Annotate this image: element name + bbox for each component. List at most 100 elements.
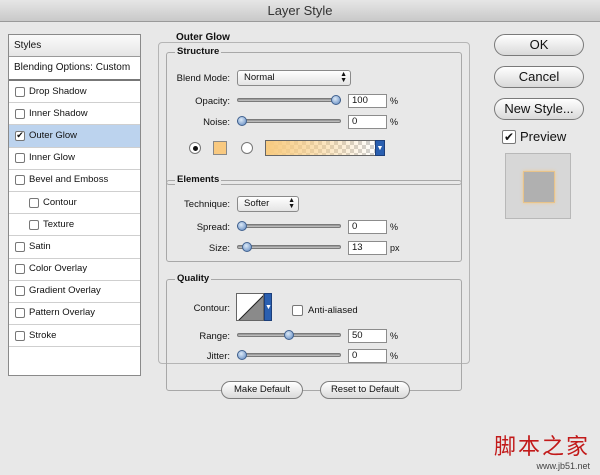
size-field[interactable]: 13 xyxy=(348,241,387,255)
new-style-button[interactable]: New Style... xyxy=(494,98,584,120)
noise-unit: % xyxy=(390,117,399,127)
size-slider[interactable] xyxy=(237,245,341,249)
style-checkbox[interactable] xyxy=(15,86,25,97)
style-checkbox[interactable] xyxy=(15,175,25,186)
style-item-label: Gradient Overlay xyxy=(29,285,101,297)
watermark-url: www.jb51.net xyxy=(536,461,590,471)
checkmark-icon: ✔ xyxy=(503,130,515,144)
style-item-color-overlay[interactable]: Color Overlay xyxy=(9,259,140,281)
make-default-button[interactable]: Make Default xyxy=(221,381,303,399)
style-item-pattern-overlay[interactable]: Pattern Overlay xyxy=(9,303,140,326)
preview-checkbox[interactable]: ✔ xyxy=(502,130,516,144)
style-checkbox[interactable] xyxy=(15,264,25,275)
size-unit: px xyxy=(390,243,400,253)
style-item-inner-shadow[interactable]: Inner Shadow xyxy=(9,103,140,126)
noise-slider[interactable] xyxy=(237,119,341,123)
style-item-contour[interactable]: Contour xyxy=(9,192,140,215)
style-item-stroke[interactable]: Stroke xyxy=(9,325,140,348)
style-checkbox[interactable] xyxy=(15,286,25,297)
preview-swatch xyxy=(523,171,555,203)
noise-field[interactable]: 0 xyxy=(348,115,387,129)
opacity-unit: % xyxy=(390,96,399,106)
technique-select[interactable]: Softer ▲ ▼ xyxy=(237,196,299,212)
cancel-button[interactable]: Cancel xyxy=(494,66,584,88)
style-item-label: Outer Glow xyxy=(29,129,78,141)
style-checkbox[interactable] xyxy=(29,197,39,208)
style-item-label: Pattern Overlay xyxy=(29,307,95,319)
style-item-bevel-and-emboss[interactable]: Bevel and Emboss xyxy=(9,170,140,192)
dialog-body: Styles Blending Options: Custom Drop Sha… xyxy=(0,22,600,475)
range-field[interactable]: 50 xyxy=(348,329,387,343)
range-label: Range: xyxy=(199,331,230,342)
style-item-texture[interactable]: Texture xyxy=(9,214,140,237)
opacity-slider[interactable] xyxy=(237,98,341,102)
blend-mode-select[interactable]: Normal ▲ ▼ xyxy=(237,70,351,86)
spread-slider-thumb[interactable] xyxy=(237,221,247,231)
blend-mode-label: Blend Mode: xyxy=(176,73,230,84)
blending-options-item[interactable]: Blending Options: Custom xyxy=(9,57,140,81)
style-item-label: Drop Shadow xyxy=(29,85,87,97)
style-item-label: Stroke xyxy=(29,329,57,341)
style-item-label: Contour xyxy=(43,196,77,208)
noise-slider-thumb[interactable] xyxy=(237,116,247,126)
style-preview-thumbnail xyxy=(505,153,571,219)
style-item-satin[interactable]: Satin xyxy=(9,236,140,259)
jitter-slider-thumb[interactable] xyxy=(237,350,247,360)
style-item-label: Texture xyxy=(43,218,75,230)
style-checkbox[interactable]: ✔ xyxy=(15,130,25,141)
jitter-slider[interactable] xyxy=(237,353,341,357)
styles-header[interactable]: Styles xyxy=(9,35,140,57)
style-checkbox[interactable] xyxy=(15,108,25,119)
window-title: Layer Style xyxy=(0,0,600,22)
contour-preview[interactable] xyxy=(236,293,264,321)
blend-mode-value: Normal xyxy=(244,72,275,83)
contour-dropdown-arrow-icon[interactable]: ▼ xyxy=(264,293,272,321)
size-label: Size: xyxy=(208,243,230,254)
jitter-unit: % xyxy=(390,351,399,361)
style-checkbox[interactable] xyxy=(29,219,39,230)
gradient-radio[interactable] xyxy=(241,142,253,154)
watermark-text: 脚本之家 xyxy=(493,435,590,460)
style-item-label: Inner Shadow xyxy=(29,107,88,119)
style-checkbox[interactable] xyxy=(15,153,25,164)
reset-to-default-button[interactable]: Reset to Default xyxy=(320,381,410,399)
style-checkbox[interactable] xyxy=(15,308,25,319)
opacity-field[interactable]: 100 xyxy=(348,94,387,108)
solid-color-radio[interactable] xyxy=(189,142,201,154)
range-slider-thumb[interactable] xyxy=(284,330,294,340)
ok-button[interactable]: OK xyxy=(494,34,584,56)
style-item-gradient-overlay[interactable]: Gradient Overlay xyxy=(9,281,140,303)
glow-color-swatch[interactable] xyxy=(213,141,227,155)
style-item-outer-glow[interactable]: ✔ Outer Glow xyxy=(9,125,140,148)
panel-title: Outer Glow xyxy=(176,32,230,43)
size-slider-thumb[interactable] xyxy=(241,242,252,252)
contour-label: Contour: xyxy=(193,303,230,314)
style-item-drop-shadow[interactable]: Drop Shadow xyxy=(9,81,140,104)
radio-selected-dot xyxy=(192,145,198,151)
opacity-label: Opacity: xyxy=(195,96,230,107)
elements-title: Elements xyxy=(175,174,222,185)
style-item-label: Inner Glow xyxy=(29,152,75,164)
anti-aliased-checkbox[interactable] xyxy=(292,305,303,316)
spread-slider[interactable] xyxy=(237,224,341,228)
jitter-label: Jitter: xyxy=(206,351,230,362)
noise-label: Noise: xyxy=(203,117,230,128)
style-checkbox[interactable] xyxy=(15,330,25,341)
spread-unit: % xyxy=(390,222,399,232)
technique-label: Technique: xyxy=(184,199,230,210)
linear-contour-icon xyxy=(238,295,263,320)
style-item-label: Satin xyxy=(29,240,51,252)
range-unit: % xyxy=(390,331,399,341)
jitter-field[interactable]: 0 xyxy=(348,349,387,363)
style-item-label: Color Overlay xyxy=(29,263,88,275)
style-item-inner-glow[interactable]: Inner Glow xyxy=(9,148,140,170)
style-checkbox[interactable] xyxy=(15,241,25,252)
gradient-dropdown-arrow-icon[interactable]: ▼ xyxy=(375,140,385,156)
preview-label: Preview xyxy=(520,129,567,144)
technique-value: Softer xyxy=(244,198,270,209)
opacity-slider-thumb[interactable] xyxy=(331,95,341,105)
spread-field[interactable]: 0 xyxy=(348,220,387,234)
watermark: 脚本之家 www.jb51.net xyxy=(494,429,590,471)
gradient-picker[interactable] xyxy=(265,140,377,156)
updown-arrows-icon: ▲ ▼ xyxy=(288,197,295,210)
